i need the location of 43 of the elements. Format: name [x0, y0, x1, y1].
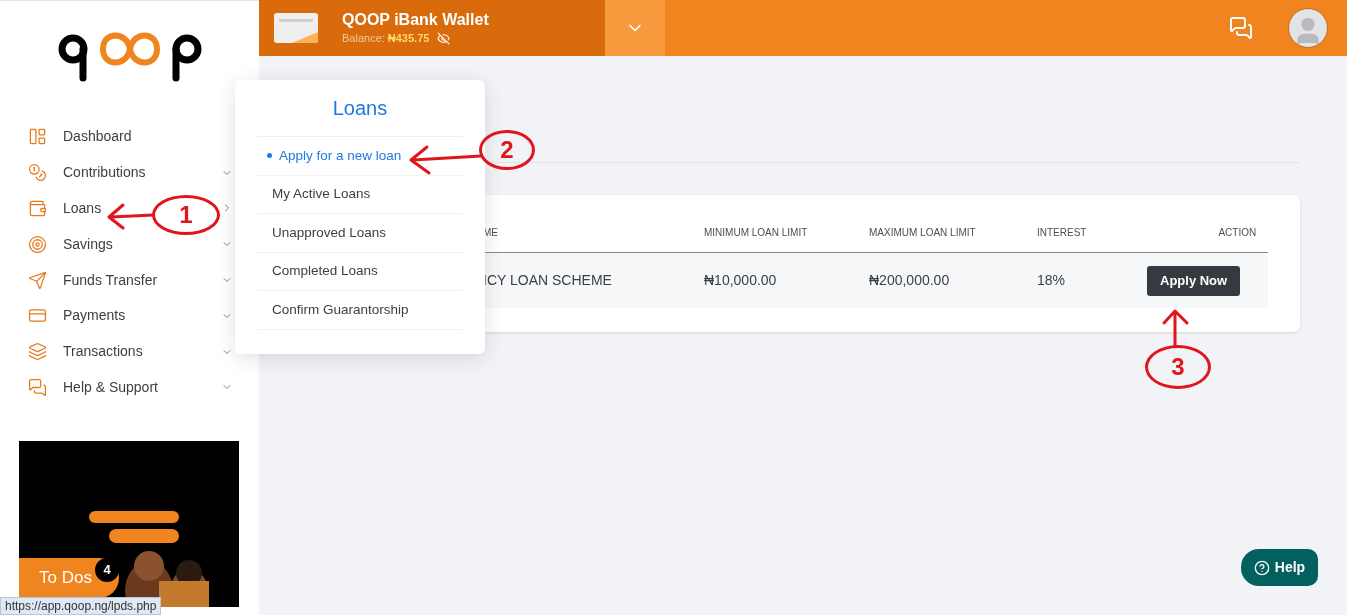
chat-icon [28, 377, 47, 397]
balance-amount: ₦435.75 [387, 31, 430, 46]
table-cell: ₦10,000.00 [704, 272, 777, 288]
paper-plane-icon [28, 270, 47, 290]
step-number: 3 [1145, 345, 1211, 389]
status-bar-url: https://app.qoop.ng/lpds.php [0, 597, 162, 615]
column-header: ACTION [1218, 227, 1257, 238]
sidebar-item[interactable]: Savings [63, 233, 113, 255]
sidebar-item[interactable]: Contributions [63, 162, 146, 184]
dashboard-icon [28, 127, 47, 147]
wallet-title: QOOP iBank Wallet [342, 10, 489, 30]
table-cell: ₦200,000.00 [869, 272, 950, 288]
submenu-item[interactable]: Confirm Guarantorship [257, 291, 463, 330]
coins-icon [28, 163, 47, 183]
step-number: 2 [479, 130, 535, 170]
submenu-item[interactable]: Unapproved Loans [257, 214, 463, 253]
sidebar-item[interactable]: Help & Support [63, 376, 158, 398]
sidebar-item[interactable]: Payments [63, 305, 126, 327]
submenu-item[interactable]: Apply for a new loan [257, 137, 463, 176]
sidebar-item[interactable]: Transactions [63, 341, 143, 363]
submenu-item[interactable]: Completed Loans [257, 252, 463, 292]
avatar[interactable] [1288, 8, 1329, 48]
eye-off-icon[interactable] [437, 31, 451, 45]
help-button[interactable]: Help [1241, 549, 1318, 586]
sidebar-item[interactable]: Funds Transfer [63, 269, 158, 291]
sidebar-item[interactable]: Loans [63, 198, 102, 219]
chat-icon[interactable] [1229, 16, 1254, 40]
apply-now-button[interactable]: Apply Now [1147, 265, 1241, 296]
help-icon [1253, 559, 1270, 576]
target-icon [28, 234, 47, 254]
submenu-item[interactable]: My Active Loans [257, 175, 463, 215]
annotation-arrow [1160, 308, 1190, 348]
step-number: 1 [152, 195, 220, 235]
column-header: MINIMUM LOAN LIMIT [704, 227, 808, 238]
table-cell: 18% [1037, 272, 1066, 288]
layers-icon [28, 342, 47, 362]
column-header: INTEREST [1037, 227, 1087, 238]
sidebar-item[interactable]: Dashboard [63, 126, 132, 148]
submenu-title: Loans [257, 80, 463, 137]
wallet-card-icon [274, 13, 318, 43]
wallet-icon [28, 199, 47, 218]
balance-label: Balance: [342, 31, 385, 46]
column-header: MAXIMUM LOAN LIMIT [869, 227, 976, 238]
